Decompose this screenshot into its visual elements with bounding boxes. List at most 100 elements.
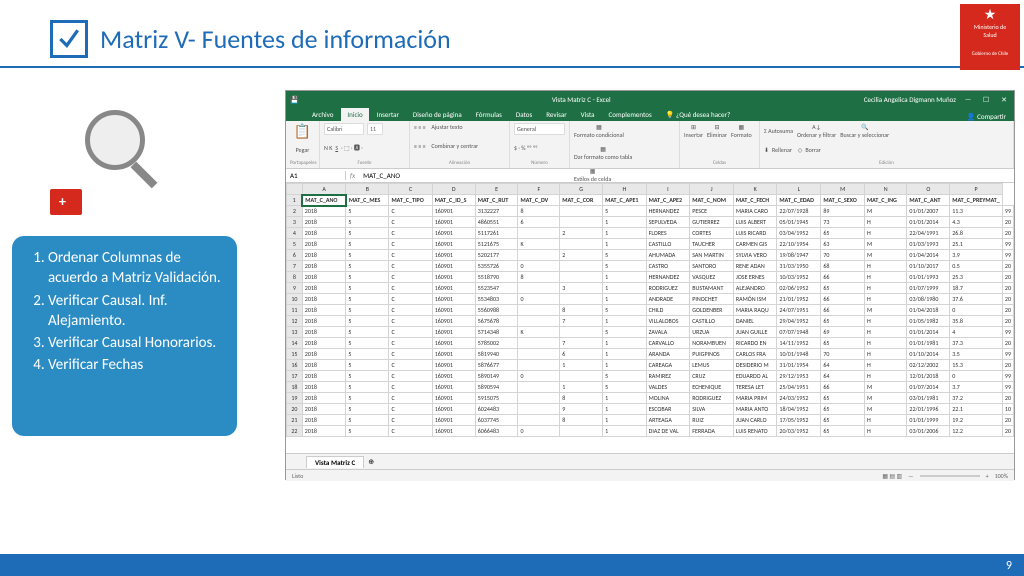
cell[interactable]: 8 xyxy=(560,305,603,316)
cell[interactable]: NORAMBUEN xyxy=(690,338,734,349)
cell[interactable]: MAT_C_COR xyxy=(560,195,603,206)
cell[interactable] xyxy=(518,393,560,404)
cell[interactable]: 29/12/1953 xyxy=(777,371,821,382)
cell[interactable]: 01/07/2014 xyxy=(907,382,950,393)
cell[interactable]: 5 xyxy=(346,393,389,404)
cell[interactable]: 3 xyxy=(560,283,603,294)
cell[interactable]: JUAN CARLO xyxy=(733,415,776,426)
cell[interactable]: 0.5 xyxy=(950,261,1003,272)
cell[interactable]: 3.5 xyxy=(950,349,1003,360)
cell[interactable]: 3.9 xyxy=(950,250,1003,261)
number-format[interactable]: General xyxy=(514,123,565,135)
cell[interactable]: 2018 xyxy=(302,250,346,261)
cell[interactable]: 5 xyxy=(346,294,389,305)
cell[interactable]: 03/04/1952 xyxy=(777,228,821,239)
cell[interactable]: 25.1 xyxy=(950,239,1003,250)
cell[interactable]: 20/03/1952 xyxy=(777,426,821,437)
cell[interactable]: 160901 xyxy=(432,393,475,404)
cell[interactable]: 5 xyxy=(603,250,647,261)
cell[interactable]: CHILD xyxy=(646,305,690,316)
cell[interactable]: C xyxy=(389,239,432,250)
cell[interactable]: 63 xyxy=(821,239,865,250)
cell[interactable]: 5 xyxy=(346,272,389,283)
fx-icon[interactable]: fx xyxy=(346,171,359,180)
cell[interactable]: 73 xyxy=(821,217,865,228)
cell[interactable]: MAT_C_FECH xyxy=(733,195,776,206)
cell[interactable]: SILVA xyxy=(690,404,734,415)
cell[interactable] xyxy=(560,272,603,283)
cell[interactable]: 2018 xyxy=(302,404,346,415)
cell[interactable]: MAT_C_APE1 xyxy=(603,195,647,206)
cell[interactable]: 1 xyxy=(603,272,647,283)
cell[interactable]: 5121675 xyxy=(475,239,518,250)
cell[interactable]: 4860551 xyxy=(475,217,518,228)
cell[interactable]: 21/01/1952 xyxy=(777,294,821,305)
cell[interactable]: C xyxy=(389,349,432,360)
cell[interactable]: 5202177 xyxy=(475,250,518,261)
cell[interactable]: 65 xyxy=(821,393,865,404)
cell[interactable]: 1 xyxy=(603,360,647,371)
cell[interactable]: H xyxy=(864,261,906,272)
cell[interactable]: 5560988 xyxy=(475,305,518,316)
cell[interactable]: 0 xyxy=(518,261,560,272)
cell[interactable]: 20 xyxy=(1002,415,1013,426)
cell[interactable]: H xyxy=(864,283,906,294)
cell[interactable]: 8 xyxy=(518,206,560,217)
cell[interactable]: CASTILLO xyxy=(690,316,734,327)
cell[interactable]: 5714348 xyxy=(475,327,518,338)
cell[interactable]: 02/12/2002 xyxy=(907,360,950,371)
cell[interactable]: 5 xyxy=(346,327,389,338)
cell[interactable]: 22/04/1991 xyxy=(907,228,950,239)
cell[interactable]: 2018 xyxy=(302,239,346,250)
new-sheet-button[interactable]: ⊕ xyxy=(368,457,374,466)
cell[interactable]: 8 xyxy=(560,415,603,426)
cell[interactable]: 5675678 xyxy=(475,316,518,327)
cell[interactable]: 1 xyxy=(603,217,647,228)
cell[interactable]: 7 xyxy=(560,316,603,327)
cell[interactable]: 6024483 xyxy=(475,404,518,415)
cell[interactable]: 160901 xyxy=(432,426,475,437)
cell[interactable]: 69 xyxy=(821,327,865,338)
cell[interactable]: 8 xyxy=(518,272,560,283)
cell[interactable]: RENE ADAN xyxy=(733,261,776,272)
cell[interactable]: C xyxy=(389,371,432,382)
cell[interactable]: MAT_C_RUT xyxy=(475,195,518,206)
cell[interactable]: 1 xyxy=(603,349,647,360)
cell[interactable]: 99 xyxy=(1002,349,1013,360)
cell[interactable]: 2018 xyxy=(302,305,346,316)
cell[interactable]: 99 xyxy=(1002,206,1013,217)
cell[interactable]: 5 xyxy=(603,371,647,382)
cell[interactable]: 2 xyxy=(560,250,603,261)
cell[interactable]: 2 xyxy=(560,228,603,239)
cell[interactable]: 160901 xyxy=(432,338,475,349)
cell[interactable]: 01/01/2014 xyxy=(907,327,950,338)
cell[interactable]: MARIA CARO xyxy=(733,206,776,217)
cell[interactable]: 20 xyxy=(1002,316,1013,327)
cell[interactable]: 1 xyxy=(603,294,647,305)
cell[interactable]: 29/04/1952 xyxy=(777,316,821,327)
cell[interactable]: 160901 xyxy=(432,360,475,371)
cell[interactable]: CASTILLO xyxy=(646,239,690,250)
cell[interactable]: C xyxy=(389,261,432,272)
cell[interactable]: MAT_C_EDAD xyxy=(777,195,821,206)
cell[interactable]: 2018 xyxy=(302,382,346,393)
cell[interactable]: 5 xyxy=(346,338,389,349)
cell[interactable]: 5 xyxy=(346,426,389,437)
cell[interactable]: 20 xyxy=(1002,305,1013,316)
cell[interactable]: 20 xyxy=(1002,228,1013,239)
cell[interactable]: M xyxy=(864,305,906,316)
ribbon-tab[interactable]: Diseño de página xyxy=(407,108,468,121)
cell[interactable]: 2018 xyxy=(302,426,346,437)
tell-me[interactable]: 💡 ¿Qué desea hacer? xyxy=(660,108,736,121)
cell[interactable]: 18.7 xyxy=(950,283,1003,294)
cell[interactable] xyxy=(560,206,603,217)
cell[interactable]: 99 xyxy=(1002,327,1013,338)
cell[interactable]: URZUA xyxy=(690,327,734,338)
cell[interactable]: 03/08/1980 xyxy=(907,294,950,305)
cell[interactable]: 25.3 xyxy=(950,272,1003,283)
cell[interactable]: 5 xyxy=(603,327,647,338)
cell[interactable]: 2018 xyxy=(302,316,346,327)
cell[interactable]: 37.6 xyxy=(950,294,1003,305)
cell[interactable]: ARANDA xyxy=(646,349,690,360)
cell[interactable]: 12/01/2018 xyxy=(907,371,950,382)
